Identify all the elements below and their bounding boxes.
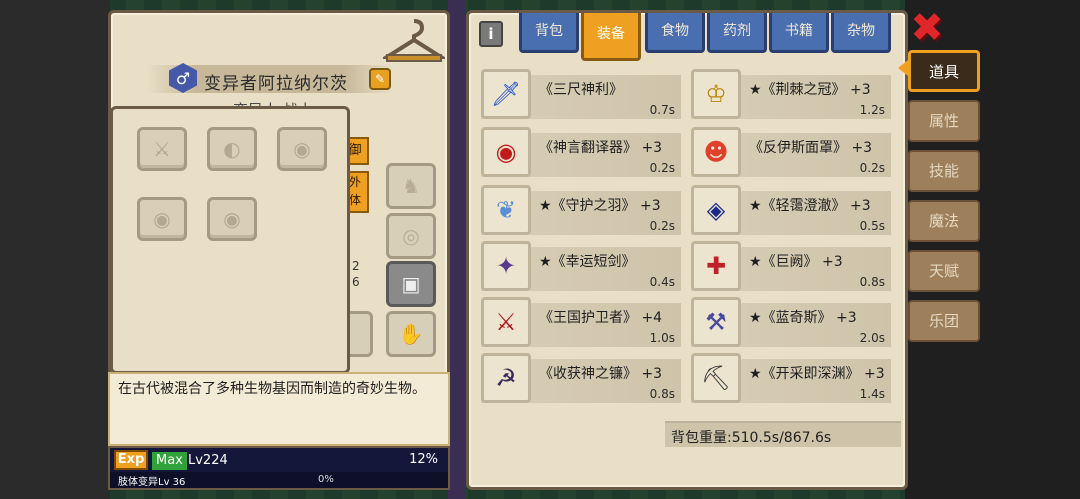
close-icon[interactable]: ✖	[910, 8, 944, 48]
stat-value-a: 2	[352, 259, 360, 273]
cloak-icon: ◈	[691, 185, 741, 235]
item-name: 《三尺神利》	[539, 82, 623, 98]
side-tab-magic[interactable]: 魔法	[908, 200, 980, 242]
side-tab-attributes[interactable]: 属性	[908, 100, 980, 142]
info-icon[interactable]: i	[479, 21, 503, 47]
equip-slot-body[interactable]: ♞	[386, 163, 436, 209]
backpack-weight-text: 背包重量:510.5s/867.6s	[671, 430, 832, 446]
list-item[interactable]: ❦ ★《守护之羽》 +3 0.2s	[481, 185, 681, 235]
slot-eye-icon[interactable]: ◉	[207, 197, 257, 241]
item-name: ★《守护之羽》 +3	[539, 198, 661, 214]
character-description: 在古代被混合了多种生物基因而制造的奇妙生物。	[118, 381, 426, 397]
tab-food[interactable]: 食物	[645, 13, 705, 53]
item-name: 《反伊斯面罩》 +3	[749, 140, 873, 156]
mask-icon: ☻	[691, 127, 741, 177]
item-weight: 0.2s	[649, 219, 675, 233]
slot-eye-icon[interactable]: ◉	[277, 127, 327, 171]
item-weight: 2.0s	[859, 331, 885, 345]
feather-icon: ❦	[481, 185, 531, 235]
side-tab-items[interactable]: 道具	[908, 50, 980, 92]
list-item[interactable]: ⚒ ★《蓝奇斯》 +3 2.0s	[691, 297, 891, 347]
list-item[interactable]: 🗡 《三尺神利》 0.7s	[481, 69, 681, 119]
stat-value-b: 6	[352, 275, 360, 289]
list-item[interactable]: ◈ ★《轻霭澄澈》 +3 0.5s	[691, 185, 891, 235]
slot-eye-icon[interactable]: ◉	[137, 197, 187, 241]
sub-exp-percent: 0%	[318, 474, 334, 485]
backpack-weight-bar: 背包重量:510.5s/867.6s	[665, 421, 901, 447]
level-label: Lv224	[188, 453, 228, 468]
edit-name-button[interactable]: ✎	[369, 68, 391, 90]
item-weight: 0.7s	[649, 103, 675, 117]
greatsword-icon: ✚	[691, 241, 741, 291]
item-weight: 1.2s	[859, 103, 885, 117]
item-name: ★《开采即深渊》 +3	[749, 366, 885, 382]
list-item[interactable]: ✚ ★《巨阙》 +3 0.8s	[691, 241, 891, 291]
sub-exp-row: 肢体变异Lv 36 0%	[110, 472, 448, 488]
equip-slot-glove[interactable]: ✋	[386, 311, 436, 357]
description-box: 在古代被混合了多种生物基因而制造的奇妙生物。	[108, 372, 450, 446]
thorn-crown-icon: ♔	[691, 69, 741, 119]
inventory-panel: i 背包 装备 食物 药剂 书籍 杂物 🗡 《三尺神利》 0.7s ♔ ★《荆棘…	[466, 10, 908, 490]
equip-slot-locked[interactable]: ▣	[386, 261, 436, 307]
item-weight: 0.8s	[649, 387, 675, 401]
item-name: ★《巨阙》 +3	[749, 254, 843, 270]
item-weight: 0.2s	[859, 161, 885, 175]
item-name: ★《荆棘之冠》 +3	[749, 82, 871, 98]
tab-equipment[interactable]: 装备	[581, 13, 641, 61]
red-sword-icon: ⚔	[481, 297, 531, 347]
tab-potion[interactable]: 药剂	[707, 13, 767, 53]
exp-percent: 12%	[409, 452, 438, 467]
item-name: 《神言翻译器》 +3	[539, 140, 663, 156]
item-name: ★《轻霭澄澈》 +3	[749, 198, 871, 214]
dagger-icon: ✦	[481, 241, 531, 291]
pickaxe-icon: ⛏	[691, 353, 741, 403]
exp-badge: Exp	[114, 450, 148, 470]
hanger-icon[interactable]	[383, 17, 445, 65]
sub-exp-label: 肢体变异Lv 36	[118, 477, 186, 488]
exp-bar: Exp Max Lv224 12% 肢体变异Lv 36 0%	[108, 446, 450, 490]
item-name: ★《幸运短剑》	[539, 254, 636, 270]
sword-icon: 🗡	[481, 69, 531, 119]
item-weight: 0.8s	[859, 275, 885, 289]
list-item[interactable]: ✦ ★《幸运短剑》 0.4s	[481, 241, 681, 291]
slots-popup: ⚔ ◐ ◉ ◉ ◉	[110, 106, 350, 374]
item-weight: 0.4s	[649, 275, 675, 289]
side-tab-skills[interactable]: 技能	[908, 150, 980, 192]
list-item[interactable]: ♔ ★《荆棘之冠》 +3 1.2s	[691, 69, 891, 119]
item-name: 《王国护卫者》 +4	[539, 310, 663, 326]
slot-weapon-icon[interactable]: ⚔	[137, 127, 187, 171]
active-tab-arrow-icon	[898, 60, 908, 76]
item-weight: 0.5s	[859, 219, 885, 233]
slot-helmet-icon[interactable]: ◐	[207, 127, 257, 171]
side-tab-band[interactable]: 乐团	[908, 300, 980, 342]
translator-icon: ◉	[481, 127, 531, 177]
list-item[interactable]: ⛏ ★《开采即深渊》 +3 1.4s	[691, 353, 891, 403]
equip-slot-ring[interactable]: ◎	[386, 213, 436, 259]
list-item[interactable]: ☭ 《收获神之镰》 +3 0.8s	[481, 353, 681, 403]
item-name: ★《蓝奇斯》 +3	[749, 310, 857, 326]
side-tab-talent[interactable]: 天赋	[908, 250, 980, 292]
item-name: 《收获神之镰》 +3	[539, 366, 663, 382]
item-weight: 0.2s	[649, 161, 675, 175]
tab-backpack[interactable]: 背包	[519, 13, 579, 53]
item-weight: 1.0s	[649, 331, 675, 345]
max-badge: Max	[152, 452, 187, 470]
scythe-icon: ☭	[481, 353, 531, 403]
list-item[interactable]: ⚔ 《王国护卫者》 +4 1.0s	[481, 297, 681, 347]
gender-icon: ♂	[169, 63, 197, 93]
list-item[interactable]: ☻ 《反伊斯面罩》 +3 0.2s	[691, 127, 891, 177]
background-middle	[448, 0, 466, 499]
character-name: 变异者阿拉纳尔茨	[204, 74, 348, 94]
tab-books[interactable]: 书籍	[769, 13, 829, 53]
tab-misc[interactable]: 杂物	[831, 13, 891, 53]
background-left	[0, 0, 110, 499]
axe-icon: ⚒	[691, 297, 741, 347]
item-weight: 1.4s	[859, 387, 885, 401]
name-bar: ♂ 变异者阿拉纳尔茨 ✎	[147, 63, 393, 94]
list-item[interactable]: ◉ 《神言翻译器》 +3 0.2s	[481, 127, 681, 177]
